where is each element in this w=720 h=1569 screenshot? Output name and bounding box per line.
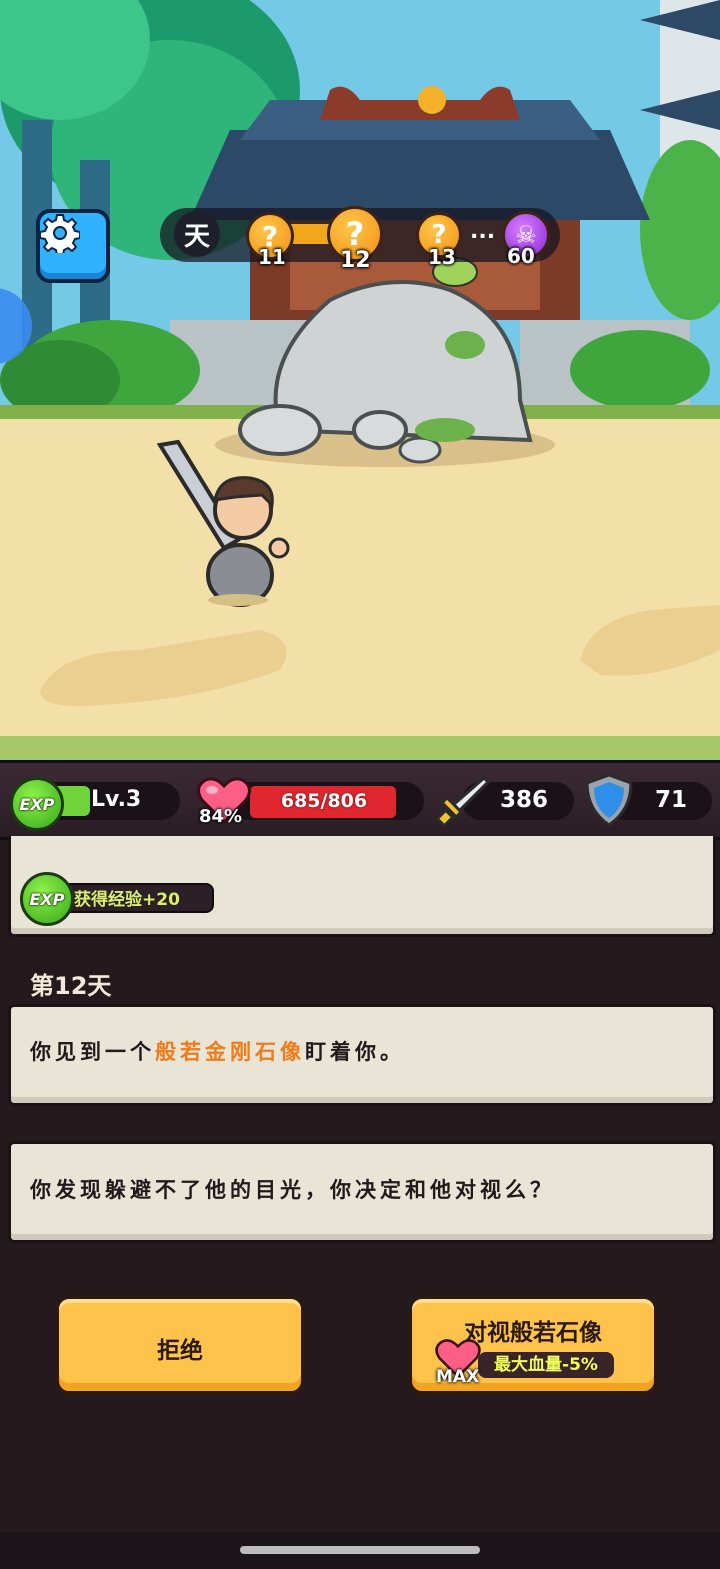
gear-icon <box>40 214 80 253</box>
hp-percent: 84% <box>199 806 243 827</box>
boss-node-day: 60 <box>507 244 535 268</box>
scene-background <box>0 0 720 760</box>
event-highlight: 般若金刚石像 <box>155 1040 305 1064</box>
refuse-button[interactable]: 拒绝 <box>55 1295 305 1395</box>
progress-ellipsis: ... <box>470 219 496 244</box>
event-suffix: 盯着你。 <box>305 1040 405 1064</box>
battle-scene: 天 ? 11 ? 12 ? 13 ... ☠ 60 <box>0 0 720 760</box>
event-question: 你发现躲避不了他的目光，你决定和他对视么？ <box>30 1178 555 1202</box>
exp-icon: EXP <box>20 872 74 926</box>
event-node-day: 11 <box>258 245 286 269</box>
home-indicator[interactable] <box>240 1546 480 1554</box>
current-event-node-day: 12 <box>340 248 371 273</box>
defense-value: 71 <box>655 787 688 813</box>
attack-value: 386 <box>500 787 549 813</box>
refuse-button-label: 拒绝 <box>157 1338 203 1364</box>
event-node-day: 13 <box>428 245 456 269</box>
day-title: 第12天 <box>30 972 112 1000</box>
shield-icon <box>585 773 633 827</box>
day-label: 天 <box>174 211 220 257</box>
exp-icon: EXP <box>10 777 64 831</box>
event-line: 你见到一个般若金刚石像盯着你。 <box>30 1036 405 1066</box>
sword-icon <box>436 775 490 828</box>
player-level: Lv.3 <box>91 787 142 812</box>
choice-cost-text: 最大血量-5% <box>478 1352 614 1378</box>
event-prefix: 你见到一个 <box>30 1040 155 1064</box>
settings-button[interactable] <box>36 209 110 283</box>
hp-value: 685/806 <box>280 790 368 812</box>
max-hp-label: MAX <box>436 1367 480 1387</box>
